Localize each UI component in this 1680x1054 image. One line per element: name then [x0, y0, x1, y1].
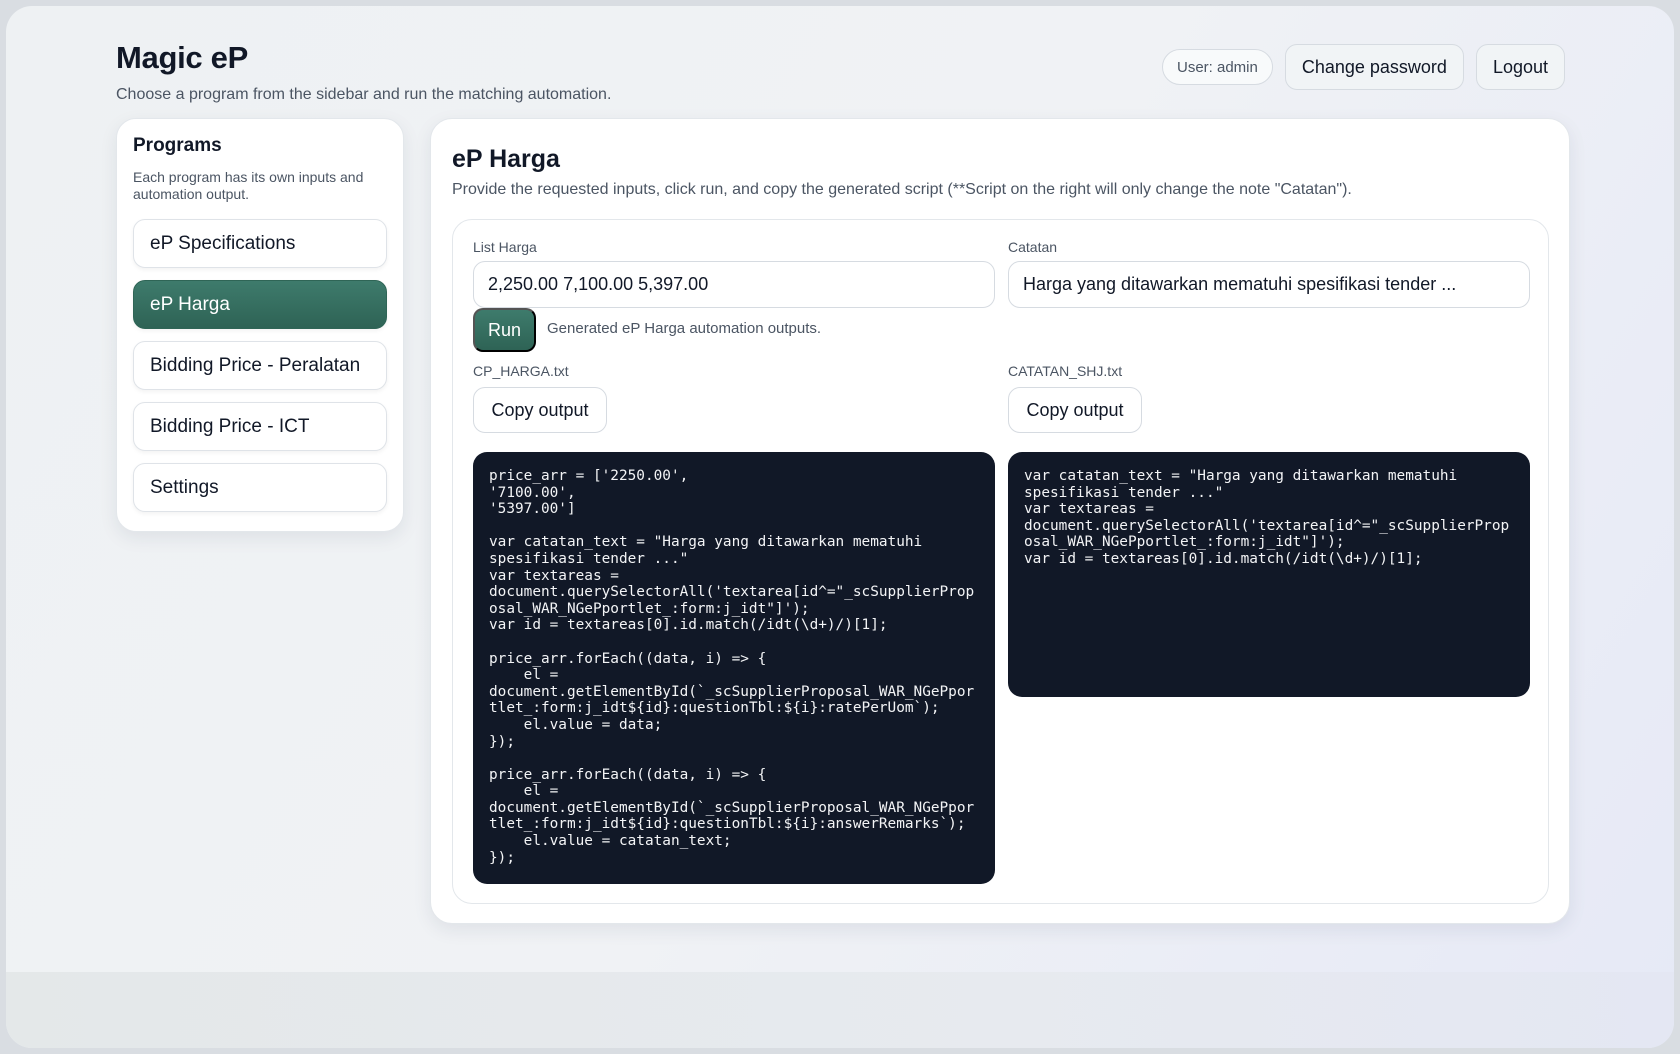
output-right-filename: CATATAN_SHJ.txt — [1008, 363, 1123, 379]
list-harga-label: List Harga — [473, 239, 537, 255]
catatan-input[interactable]: Harga yang ditawarkan mematuhi spesifika… — [1008, 261, 1530, 308]
copy-output-left-button[interactable]: Copy output — [473, 387, 607, 433]
run-status-text: Generated eP Harga automation outputs. — [547, 320, 822, 337]
sidebar-item-settings[interactable]: Settings — [133, 463, 387, 512]
sidebar-item-bidding-price-ict[interactable]: Bidding Price - ICT — [133, 402, 387, 451]
page-header: Magic eP Choose a program from the sideb… — [116, 40, 611, 104]
program-panel: List Harga 2,250.00 7,100.00 5,397.00 Ca… — [452, 219, 1549, 904]
programs-nav: eP Specifications eP Harga Bidding Price… — [133, 219, 387, 512]
app-window: Magic eP Choose a program from the sideb… — [6, 6, 1674, 1048]
list-harga-input[interactable]: 2,250.00 7,100.00 5,397.00 — [473, 261, 995, 308]
output-right-code[interactable]: var catatan_text = "Harga yang ditawarka… — [1008, 452, 1530, 697]
sidebar-item-ep-specifications[interactable]: eP Specifications — [133, 219, 387, 268]
user-badge: User: admin — [1161, 49, 1273, 85]
sidebar-description: Each program has its own inputs and auto… — [133, 169, 364, 202]
logout-button[interactable]: Logout — [1475, 44, 1565, 90]
change-password-button[interactable]: Change password — [1284, 44, 1464, 90]
page-title: eP Harga — [452, 145, 560, 173]
catatan-label: Catatan — [1008, 239, 1058, 255]
bottom-band — [6, 972, 1674, 1048]
page-description: Provide the requested inputs, click run,… — [452, 181, 1352, 198]
copy-output-right-button[interactable]: Copy output — [1008, 387, 1142, 433]
programs-sidebar: Programs Each program has its own inputs… — [116, 118, 404, 532]
sidebar-item-bidding-price-peralatan[interactable]: Bidding Price - Peralatan — [133, 341, 387, 390]
sidebar-title: Programs — [133, 135, 222, 156]
run-button[interactable]: Run — [473, 308, 536, 352]
output-left-code[interactable]: price_arr = ['2250.00', '7100.00', '5397… — [473, 452, 995, 884]
app-title: Magic eP — [116, 40, 248, 75]
output-left-filename: CP_HARGA.txt — [473, 363, 569, 379]
main-card: eP Harga Provide the requested inputs, c… — [430, 118, 1570, 924]
header-actions: User: admin Change password Logout — [1161, 44, 1565, 90]
app-subtitle: Choose a program from the sidebar and ru… — [116, 86, 612, 103]
sidebar-item-ep-harga[interactable]: eP Harga — [133, 280, 387, 329]
